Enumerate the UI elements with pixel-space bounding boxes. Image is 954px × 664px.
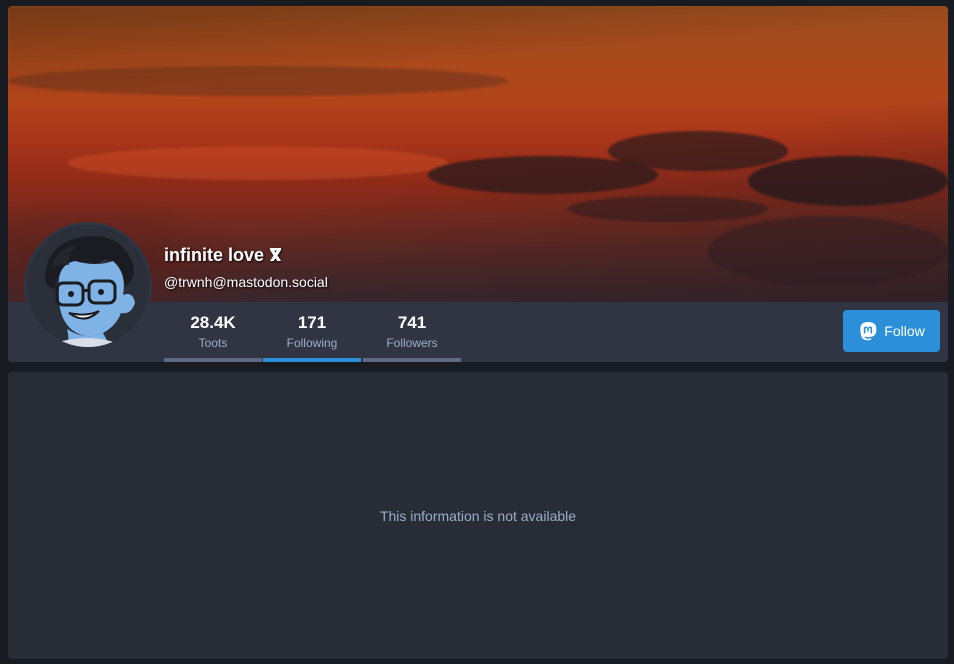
stat-following-count: 171 bbox=[297, 313, 327, 332]
empty-state-message: This information is not available bbox=[379, 508, 577, 524]
follow-button-label: Follow bbox=[884, 323, 925, 339]
account-handle: @trwnh@mastodon.social bbox=[164, 274, 328, 290]
avatar-image bbox=[27, 225, 149, 347]
stat-toots-count: 28.4K bbox=[190, 313, 236, 332]
stats-bar bbox=[8, 302, 948, 362]
stat-toots-label: Toots bbox=[198, 336, 228, 350]
avatar[interactable] bbox=[24, 222, 152, 350]
profile-card: infinite love ⴳ @trwnh@mastodon.social 2… bbox=[8, 6, 948, 362]
stat-following[interactable]: 171 Following bbox=[263, 302, 361, 362]
mastodon-icon bbox=[860, 322, 877, 341]
main-panel: This information is not available bbox=[8, 372, 948, 659]
stat-followers[interactable]: 741 Followers bbox=[363, 302, 461, 362]
stat-followers-label: Followers bbox=[386, 336, 438, 350]
stat-followers-count: 741 bbox=[397, 313, 427, 332]
display-name: infinite love ⴳ bbox=[164, 245, 283, 265]
stat-following-label: Following bbox=[286, 336, 338, 350]
stat-toots-underline bbox=[164, 358, 262, 362]
stat-toots[interactable]: 28.4K Toots bbox=[164, 302, 262, 362]
follow-button[interactable]: Follow bbox=[843, 310, 940, 352]
header-image bbox=[8, 6, 948, 302]
stat-followers-underline bbox=[363, 358, 461, 362]
stat-following-underline bbox=[263, 358, 361, 362]
